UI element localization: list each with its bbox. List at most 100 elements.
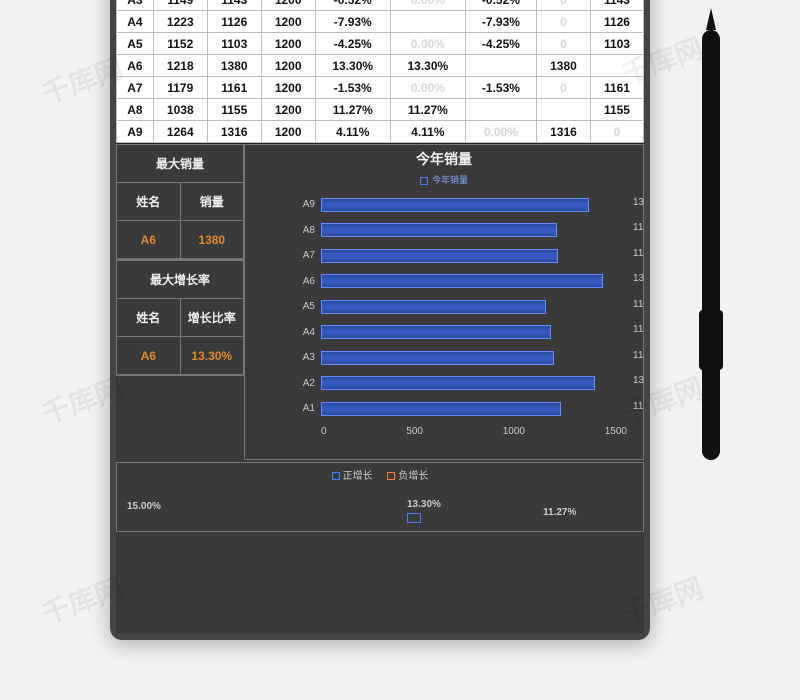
table-cell: A5 <box>117 33 154 55</box>
table-cell: 1316 <box>536 121 590 143</box>
bar-category-label: A9 <box>287 199 315 210</box>
bar-track: 1176 <box>321 402 627 416</box>
table-cell: 0.00% <box>390 33 465 55</box>
table-cell: 1161 <box>207 77 261 99</box>
bar-value-label: 1342 <box>633 375 644 386</box>
bar-value-label: 1161 <box>633 248 644 259</box>
bar-category-label: A8 <box>287 225 315 236</box>
table-cell: 1103 <box>207 33 261 55</box>
max-growth-title: 最大增长率 <box>117 261 243 299</box>
bar-track: 1143 <box>321 351 627 365</box>
bar-value-label: 1103 <box>633 299 644 310</box>
bar-row: A4 1126 <box>287 320 627 346</box>
table-row: A4122311261200-7.93%-7.93%01126 <box>117 11 644 33</box>
bar: 1126 <box>321 325 551 339</box>
growth-y-label: 15.00% <box>127 501 161 512</box>
table-cell: 1155 <box>207 99 261 121</box>
table-cell: 1200 <box>261 121 315 143</box>
table-cell: 1200 <box>261 0 315 11</box>
data-table: A21272134212005.50%5.50%1342A31149114312… <box>116 0 644 143</box>
bar-row: A2 1342 <box>287 371 627 397</box>
table-cell: 0 <box>536 0 590 11</box>
table-cell: 1152 <box>153 33 207 55</box>
bar-track: 1126 <box>321 325 627 339</box>
max-growth-h2: 增长比率 <box>181 299 244 337</box>
table-cell: 11.27% <box>390 99 465 121</box>
bar-track: 1161 <box>321 249 627 263</box>
table-cell: -4.25% <box>315 33 390 55</box>
legend-neg-label: 负增长 <box>398 471 428 482</box>
bar-value-label: 1380 <box>633 273 644 284</box>
table-cell: 1126 <box>590 11 643 33</box>
stats-panel: 最大销量 姓名 销量 A6 1380 最大增长率 姓名 增长比率 <box>116 144 244 460</box>
table-cell: 1143 <box>590 0 643 11</box>
max-growth-value: 13.30% <box>181 337 244 375</box>
chart-x-axis: 050010001500 <box>321 426 627 437</box>
bar-category-label: A5 <box>287 301 315 312</box>
table-cell: 0.00% <box>390 0 465 11</box>
growth-legend: 正增长 负增长 <box>123 467 637 482</box>
growth-marker-icon <box>407 513 421 523</box>
table-cell: -1.53% <box>465 77 536 99</box>
bar-value-label: 1143 <box>633 350 644 361</box>
bar-value-label: 1176 <box>633 401 644 412</box>
bar: 1380 <box>321 274 603 288</box>
table-cell: A8 <box>117 99 154 121</box>
max-sales-title: 最大销量 <box>117 145 243 183</box>
stylus-pen <box>702 30 720 460</box>
bar-category-label: A7 <box>287 250 315 261</box>
table-cell: 0 <box>590 121 643 143</box>
table-row: A5115211031200-4.25%0.00%-4.25%01103 <box>117 33 644 55</box>
tablet-frame: A21272134212005.50%5.50%1342A31149114312… <box>110 0 650 640</box>
table-row: A91264131612004.11%4.11%0.00%13160 <box>117 121 644 143</box>
table-cell: 1200 <box>261 55 315 77</box>
bar-category-label: A2 <box>287 378 315 389</box>
table-cell: A3 <box>117 0 154 11</box>
max-growth-box: 最大增长率 姓名 增长比率 A6 13.30% <box>116 260 244 376</box>
legend-swatch-icon <box>420 177 428 185</box>
table-cell: 1200 <box>261 99 315 121</box>
chart-bars: A9 1316 A8 1155 A7 1161 A61380 A5 1103 A4 1126 A311… <box>287 192 627 422</box>
bar: 1161 <box>321 249 558 263</box>
table-cell: A9 <box>117 121 154 143</box>
growth-chart: 正增长 负增长 15.00% 13.30% 11.27% <box>116 462 644 532</box>
bar-chart: 今年销量 今年销量 A91316A81155A71161A61380A51103… <box>244 144 644 460</box>
max-sales-value: 1380 <box>181 221 244 259</box>
growth-peak-1: 13.30% <box>407 499 441 510</box>
bar-track: 1316 <box>321 198 627 212</box>
table-cell <box>390 11 465 33</box>
x-tick-label: 1000 <box>503 426 525 437</box>
bar-track: 1103 <box>321 300 627 314</box>
table-cell: 0 <box>536 33 590 55</box>
bar-row: A11176 <box>287 396 627 422</box>
bar-row: A5 1103 <box>287 294 627 320</box>
table-cell: 1149 <box>153 0 207 11</box>
bar-row: A7 1161 <box>287 243 627 269</box>
bar-row: A61380 <box>287 269 627 295</box>
bar-row: A9 1316 <box>287 192 627 218</box>
chart-legend: 今年销量 <box>251 173 637 186</box>
bar-category-label: A4 <box>287 327 315 338</box>
table-cell: 1200 <box>261 77 315 99</box>
table-cell: 1126 <box>207 11 261 33</box>
max-sales-name: A6 <box>117 221 181 259</box>
table-cell: -0.52% <box>465 0 536 11</box>
lower-panel: 最大销量 姓名 销量 A6 1380 最大增长率 姓名 增长比率 <box>116 143 644 460</box>
table-cell <box>590 55 643 77</box>
table-row: A7117911611200-1.53%0.00%-1.53%01161 <box>117 77 644 99</box>
bar-row: A31143 <box>287 345 627 371</box>
bar: 1176 <box>321 402 561 416</box>
table-row: A3114911431200-0.52%0.00%-0.52%01143 <box>117 0 644 11</box>
table-cell: 0 <box>536 11 590 33</box>
table-cell: 1179 <box>153 77 207 99</box>
table-cell: 1155 <box>590 99 643 121</box>
bar-track: 1342 <box>321 376 627 390</box>
bar: 1155 <box>321 223 557 237</box>
table-cell: 1161 <box>590 77 643 99</box>
table-cell: 0.00% <box>465 121 536 143</box>
bar: 1316 <box>321 198 589 212</box>
table-cell <box>465 99 536 121</box>
table-cell: 1038 <box>153 99 207 121</box>
legend-neg-swatch-icon <box>387 472 395 480</box>
table-cell: -7.93% <box>465 11 536 33</box>
